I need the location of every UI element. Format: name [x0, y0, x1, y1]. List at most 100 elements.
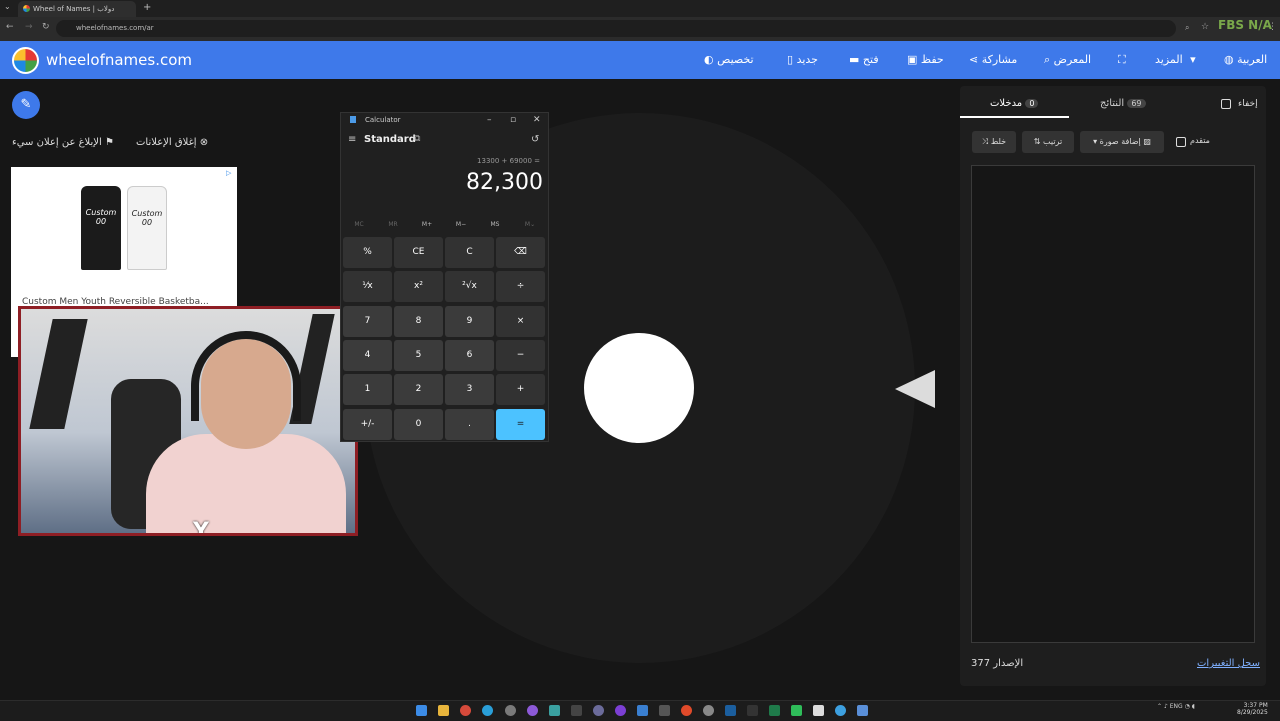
add-key[interactable]: + — [496, 374, 545, 406]
app-icon[interactable] — [747, 705, 758, 716]
maximize-icon[interactable]: ▫ — [510, 115, 516, 125]
excel-icon[interactable] — [769, 705, 780, 716]
close-ads-link[interactable]: إغلاق الإعلانات ⊗ — [136, 137, 208, 148]
digit-1-key[interactable]: 1 — [343, 374, 392, 406]
digit-0-key[interactable]: 0 — [394, 408, 443, 440]
entries-textarea[interactable] — [971, 165, 1255, 643]
forward-icon[interactable]: → — [25, 22, 33, 32]
app-icon[interactable] — [549, 705, 560, 716]
digit-8-key[interactable]: 8 — [394, 305, 443, 337]
memory-list-button[interactable]: M⌄ — [516, 221, 544, 228]
nav-share[interactable]: ⋖ مشاركة — [965, 53, 1017, 66]
app-icon[interactable] — [593, 705, 604, 716]
memory-add-button[interactable]: M+ — [413, 221, 441, 228]
app-icon[interactable] — [659, 705, 670, 716]
add-image-button[interactable]: ▾ إضافة صورة ▨ — [1080, 131, 1164, 153]
decimal-key[interactable]: . — [445, 408, 494, 440]
wheel-center-hub[interactable] — [584, 333, 694, 443]
reload-icon[interactable]: ↻ — [42, 22, 50, 32]
taskbar-clock[interactable]: 3:37 PM 8/29/2025 — [1237, 702, 1268, 716]
twitch-icon[interactable] — [615, 705, 626, 716]
url-field[interactable]: wheelofnames.com/ar — [56, 20, 1176, 37]
nav-gallery[interactable]: ⌕ المعرض — [1040, 53, 1091, 67]
digit-5-key[interactable]: 5 — [394, 339, 443, 371]
edge-icon[interactable] — [482, 705, 493, 716]
subtract-key[interactable]: − — [496, 339, 545, 371]
digit-7-key[interactable]: 7 — [343, 305, 392, 337]
adchoices-icon[interactable]: ▷ — [226, 169, 236, 178]
clear-entry-key[interactable]: CE — [394, 237, 443, 268]
nav-more[interactable]: المزيد ▾ — [1155, 53, 1196, 66]
sort-button[interactable]: ⇅ ترتيب — [1022, 131, 1074, 153]
multiply-key[interactable]: × — [496, 305, 545, 337]
results-count-badge: 69 — [1127, 99, 1146, 108]
start-icon[interactable] — [416, 705, 427, 716]
site-logo-icon[interactable] — [12, 47, 39, 74]
calculator-taskbar-icon[interactable] — [857, 705, 868, 716]
nav-save[interactable]: ▣ حفظ — [903, 53, 944, 66]
app-icon[interactable] — [703, 705, 714, 716]
app-icon[interactable] — [681, 705, 692, 716]
hide-checkbox[interactable] — [1221, 99, 1231, 109]
nav-open[interactable]: ▬ فتح — [845, 53, 879, 66]
nav-new[interactable]: ▯ جديد — [783, 53, 818, 66]
digit-2-key[interactable]: 2 — [394, 374, 443, 406]
browser-tab[interactable]: Wheel of Names | دولاب عشوائي✕ — [18, 1, 136, 29]
app-icon[interactable] — [527, 705, 538, 716]
shuffle-button[interactable]: ⤨ خلط — [972, 131, 1016, 153]
clear-key[interactable]: C — [445, 237, 494, 268]
bookmark-star-icon[interactable]: ☆ — [1201, 22, 1209, 32]
system-tray[interactable]: ⌃ ♪ ENG ◔ ◖ — [1157, 703, 1195, 710]
digit-4-key[interactable]: 4 — [343, 339, 392, 371]
minimize-icon[interactable]: – — [487, 115, 492, 125]
mic-icon: ♪ — [1163, 703, 1168, 710]
app-icon[interactable] — [835, 705, 846, 716]
keep-on-top-icon[interactable]: ⧉ — [414, 134, 420, 144]
memory-recall-button[interactable]: MR — [379, 221, 407, 228]
fullscreen-icon[interactable]: ⛶ — [1118, 53, 1126, 67]
memory-clear-button[interactable]: MC — [345, 221, 373, 228]
percent-key[interactable]: % — [343, 237, 392, 268]
new-tab-icon[interactable]: + — [143, 2, 151, 13]
site-name[interactable]: wheelofnames.com — [46, 51, 192, 69]
hamburger-menu-icon[interactable]: ≡ — [348, 134, 356, 145]
digit-9-key[interactable]: 9 — [445, 305, 494, 337]
close-circle-icon: ⊗ — [199, 137, 209, 148]
memory-store-button[interactable]: MS — [481, 221, 509, 228]
file-explorer-icon[interactable] — [438, 705, 449, 716]
history-icon[interactable]: ↺ — [531, 134, 539, 145]
tab-search-icon[interactable]: ⌄ — [4, 2, 11, 11]
wall-decor — [29, 319, 88, 429]
notepad-icon[interactable] — [813, 705, 824, 716]
close-icon[interactable]: ✕ — [533, 115, 541, 125]
app-icon[interactable] — [505, 705, 516, 716]
chrome-icon[interactable] — [460, 705, 471, 716]
steam-icon[interactable] — [725, 705, 736, 716]
negate-key[interactable]: +/- — [343, 408, 392, 440]
tab-results[interactable]: النتائج 69 — [1100, 98, 1150, 109]
save-icon: ▣ — [907, 53, 918, 66]
edit-pencil-button[interactable]: ✎ — [12, 91, 40, 119]
nav-language[interactable]: ◍ العربية — [1220, 53, 1267, 66]
palette-icon: ◐ — [704, 53, 714, 66]
square-root-key[interactable]: ²√x — [445, 271, 494, 303]
digit-3-key[interactable]: 3 — [445, 374, 494, 406]
backspace-key[interactable]: ⌫ — [496, 237, 545, 268]
back-icon[interactable]: ← — [6, 22, 14, 32]
app-icon[interactable] — [637, 705, 648, 716]
digit-6-key[interactable]: 6 — [445, 339, 494, 371]
nav-customize[interactable]: ◐ تخصيص — [700, 53, 754, 66]
memory-subtract-button[interactable]: M− — [447, 221, 475, 228]
changelog-link[interactable]: سجل التغييرات — [1197, 658, 1260, 669]
square-key[interactable]: x² — [394, 271, 443, 303]
tab-entries[interactable]: مدخلات 0 — [990, 98, 1042, 109]
app-icon[interactable] — [791, 705, 802, 716]
divide-key[interactable]: ÷ — [496, 271, 545, 303]
equals-key[interactable]: = — [496, 408, 545, 440]
zoom-icon[interactable]: ⌕ — [1185, 23, 1189, 33]
report-ad-link[interactable]: الإبلاغ عن إعلان سيء ⚑ — [12, 137, 114, 148]
app-icon[interactable] — [571, 705, 582, 716]
advanced-checkbox[interactable] — [1176, 137, 1186, 147]
reciprocal-key[interactable]: ⅟x — [343, 271, 392, 303]
shuffle-icon: ⤨ — [981, 137, 989, 146]
